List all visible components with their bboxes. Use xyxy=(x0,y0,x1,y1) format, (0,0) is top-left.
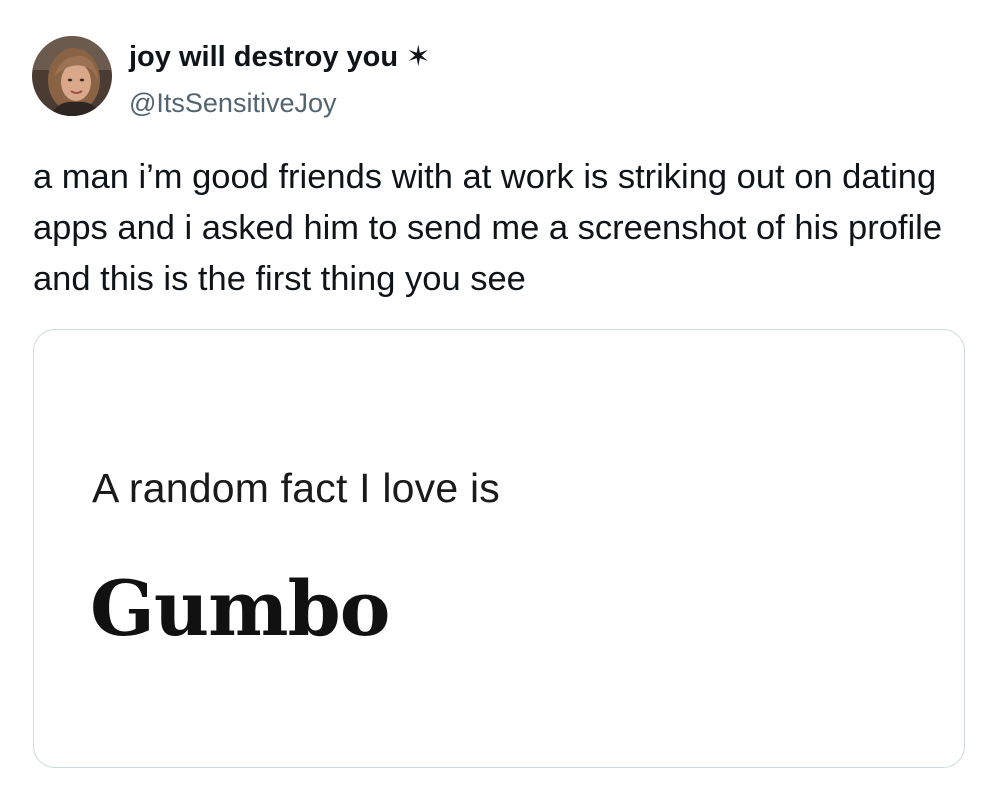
author-handle[interactable]: @ItsSensitiveJoy xyxy=(129,86,336,120)
tweet-text: a man i’m good friends with at work is s… xyxy=(33,158,943,298)
profile-prompt-answer: Gumbo xyxy=(90,564,390,653)
tweet: joy will destroy you ✶ @ItsSensitiveJoy … xyxy=(0,0,996,800)
avatar[interactable] xyxy=(32,36,112,116)
profile-prompt-label: A random fact I love is xyxy=(92,465,500,511)
attached-image[interactable]: A random fact I love is Gumbo xyxy=(33,329,965,768)
avatar-photo xyxy=(32,36,112,116)
author-display-name[interactable]: joy will destroy you ✶ xyxy=(129,39,430,75)
